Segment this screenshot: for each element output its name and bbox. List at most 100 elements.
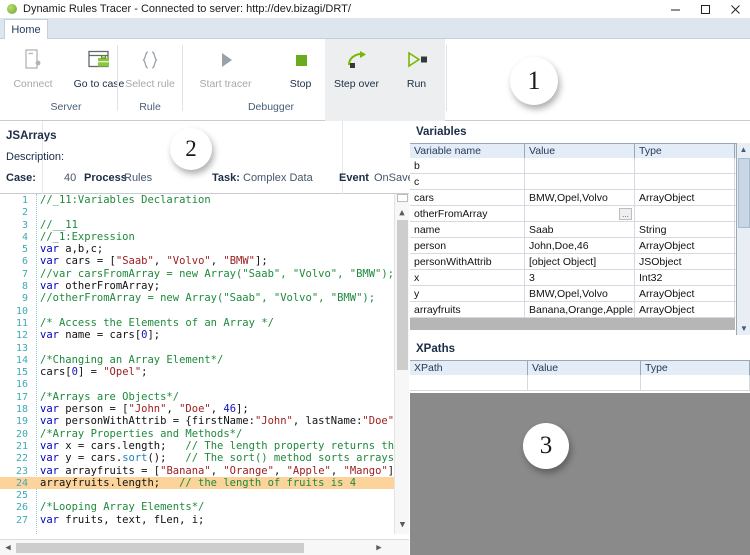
xpaths-table-row[interactable] [410,375,750,391]
code-line[interactable]: 24 arrayfruits.length; // the length of f… [0,476,394,490]
code-hscroll-thumb[interactable] [16,543,304,553]
code-line[interactable]: 21 var x = cars.length; // The length pro… [0,440,394,452]
variables-rows: b c cars BMW,Opel,Volvo ArrayObject otherFrom… [410,158,750,318]
code-line[interactable]: 23 var arrayfruits = ["Banana", "Orange",… [0,465,394,477]
code-line[interactable]: 4 //_1:Expression [0,231,394,243]
line-number: 3 [21,219,28,231]
line-number: 19 [15,416,28,428]
code-line[interactable]: 3 //__11 [0,219,394,231]
start-tracer-button[interactable]: Start tracer [183,39,268,101]
code-line[interactable]: 22 var y = cars.sort(); // The sort() met… [0,452,394,464]
variables-table-row[interactable]: y BMW,Opel,Volvo ArrayObject [410,286,750,302]
code-editor[interactable]: 1 //_11:Variables Declaration 2 3 //__11 4 //_… [0,194,409,555]
code-line[interactable]: 2 [0,206,394,218]
line-number: 7 [21,268,28,280]
code-line[interactable]: 25 [0,489,394,501]
code-line[interactable]: 19 var personWithAttrib = {firstName:"Joh… [0,415,394,427]
code-line[interactable]: 5 var a,b,c; [0,243,394,255]
code-text: //otherFromArray = new Array("Saab", "Vo… [40,292,376,305]
code-line[interactable]: 18 var person = ["John", "Doe", 46]; [0,403,394,415]
variable-value-cell: BMW,Opel,Volvo [525,286,635,301]
variables-table-row[interactable]: cars BMW,Opel,Volvo ArrayObject [410,190,750,206]
value-editor-ellipsis-button[interactable]: ... [619,208,632,220]
variable-name-cell: cars [410,190,525,205]
col-variable-name[interactable]: Variable name [410,144,525,158]
curly-braces-icon [138,47,162,73]
col-variable-type[interactable]: Type [635,144,735,158]
variables-grid[interactable]: Variable name Value Type b c cars BMW,Opel,… [410,143,750,330]
select-rule-button[interactable]: Select rule [118,39,182,101]
code-line[interactable]: 20 /*Array Properties and Methods*/ [0,428,394,440]
xpath-type-cell [641,375,750,390]
tab-home[interactable]: Home [4,19,48,39]
variable-name-cell: person [410,238,525,253]
xpaths-empty-body [410,393,750,555]
code-line[interactable]: 12 var name = cars[0]; [0,329,394,341]
code-line[interactable]: 1 //_11:Variables Declaration [0,194,394,206]
code-line[interactable]: 16 [0,378,394,390]
code-scroll-thumb[interactable] [397,220,408,370]
stop-button[interactable]: Stop [268,39,333,101]
code-line[interactable]: 15 cars[0] = "Opel"; [0,366,394,378]
col-variable-value[interactable]: Value [525,144,635,158]
line-number: 16 [15,379,28,391]
run-label: Run [406,78,427,90]
maximize-button[interactable] [690,0,720,18]
scroll-right-arrow-icon[interactable]: ▶ [371,540,387,555]
variables-scroll-thumb[interactable] [738,158,750,228]
variables-table-row[interactable]: c [410,174,750,190]
close-button[interactable] [720,0,750,18]
variables-table-row[interactable]: person John,Doe,46 ArrayObject [410,238,750,254]
code-horizontal-scrollbar[interactable]: ◀ ▶ [0,539,409,555]
variables-table-row[interactable]: b [410,158,750,174]
code-text: //var carsFromArray = new Array("Saab", … [40,267,394,280]
line-number: 27 [15,514,28,526]
variables-scroll-up-icon[interactable]: ▲ [737,143,750,156]
code-line[interactable]: 11 /* Access the Elements of an Array */ [0,317,394,329]
variables-table-row[interactable]: name Saab String [410,222,750,238]
callout-badge-3: 3 [523,423,569,469]
code-line[interactable]: 26 /*Looping Array Elements*/ [0,501,394,513]
title-bar: Dynamic Rules Tracer - Connected to serv… [0,0,750,18]
code-line[interactable]: 8 var otherFromArray; [0,280,394,292]
code-text: var fruits, text, fLen, i; [40,513,205,526]
variable-value-cell: BMW,Opel,Volvo [525,190,635,205]
variable-type-cell [635,174,735,189]
step-over-arrow-icon [345,47,369,73]
code-line[interactable]: 9 //otherFromArray = new Array("Saab", "V… [0,292,394,304]
variables-table-row[interactable]: otherFromArray... [410,206,750,222]
scroll-down-arrow-icon[interactable]: ▼ [395,518,410,532]
application-window: Dynamic Rules Tracer - Connected to serv… [0,0,750,555]
variable-name-cell: x [410,270,525,285]
connect-button[interactable]: Connect [0,39,66,101]
code-line[interactable]: 17 /*Arrays are Objects*/ [0,391,394,403]
code-line[interactable]: 7 //var carsFromArray = new Array("Saab",… [0,268,394,280]
step-over-button[interactable]: Step over [325,39,388,101]
code-line[interactable]: 13 [0,342,394,354]
variable-name-cell: y [410,286,525,301]
code-text: var y = cars.sort(); // The sort() metho… [40,452,394,465]
scroll-left-arrow-icon[interactable]: ◀ [0,540,16,555]
variables-table-row[interactable]: x 3 Int32 [410,270,750,286]
line-number: 25 [15,490,28,502]
ribbon-toolbar: Connect Go to case Server Select rule Ru… [0,39,750,121]
col-xpath-type[interactable]: Type [641,361,750,375]
code-vertical-scrollbar[interactable]: ▲ ▼ [394,194,409,534]
col-xpath[interactable]: XPath [410,361,528,375]
variables-table-row[interactable]: arrayfruitsBanana,Orange,Apple,Ma...Arra… [410,302,750,318]
xpaths-grid[interactable]: XPath Value Type [410,360,750,391]
variables-scroll-down-icon[interactable]: ▼ [737,322,750,335]
line-number: 2 [21,207,28,219]
ribbon-group-debugger: Start tracer Stop Debugger [183,39,333,121]
variables-table-row[interactable]: personWithAttrib [object Object] JSObject [410,254,750,270]
run-button[interactable]: Run [388,39,445,101]
code-lines[interactable]: 1 //_11:Variables Declaration 2 3 //__11 4 //_… [0,194,394,534]
code-line[interactable]: 6 var cars = ["Saab", "Volvo", "BMW"]; [0,255,394,267]
variables-scrollbar[interactable]: ▲ ▼ [736,143,750,335]
minimize-button[interactable] [660,0,690,18]
scroll-up-arrow-icon[interactable]: ▲ [395,206,409,220]
col-xpath-value[interactable]: Value [528,361,641,375]
code-line[interactable]: 27 var fruits, text, fLen, i; [0,514,394,526]
code-line[interactable]: 14 /*Changing an Array Element*/ [0,354,394,366]
code-line[interactable]: 10 [0,305,394,317]
